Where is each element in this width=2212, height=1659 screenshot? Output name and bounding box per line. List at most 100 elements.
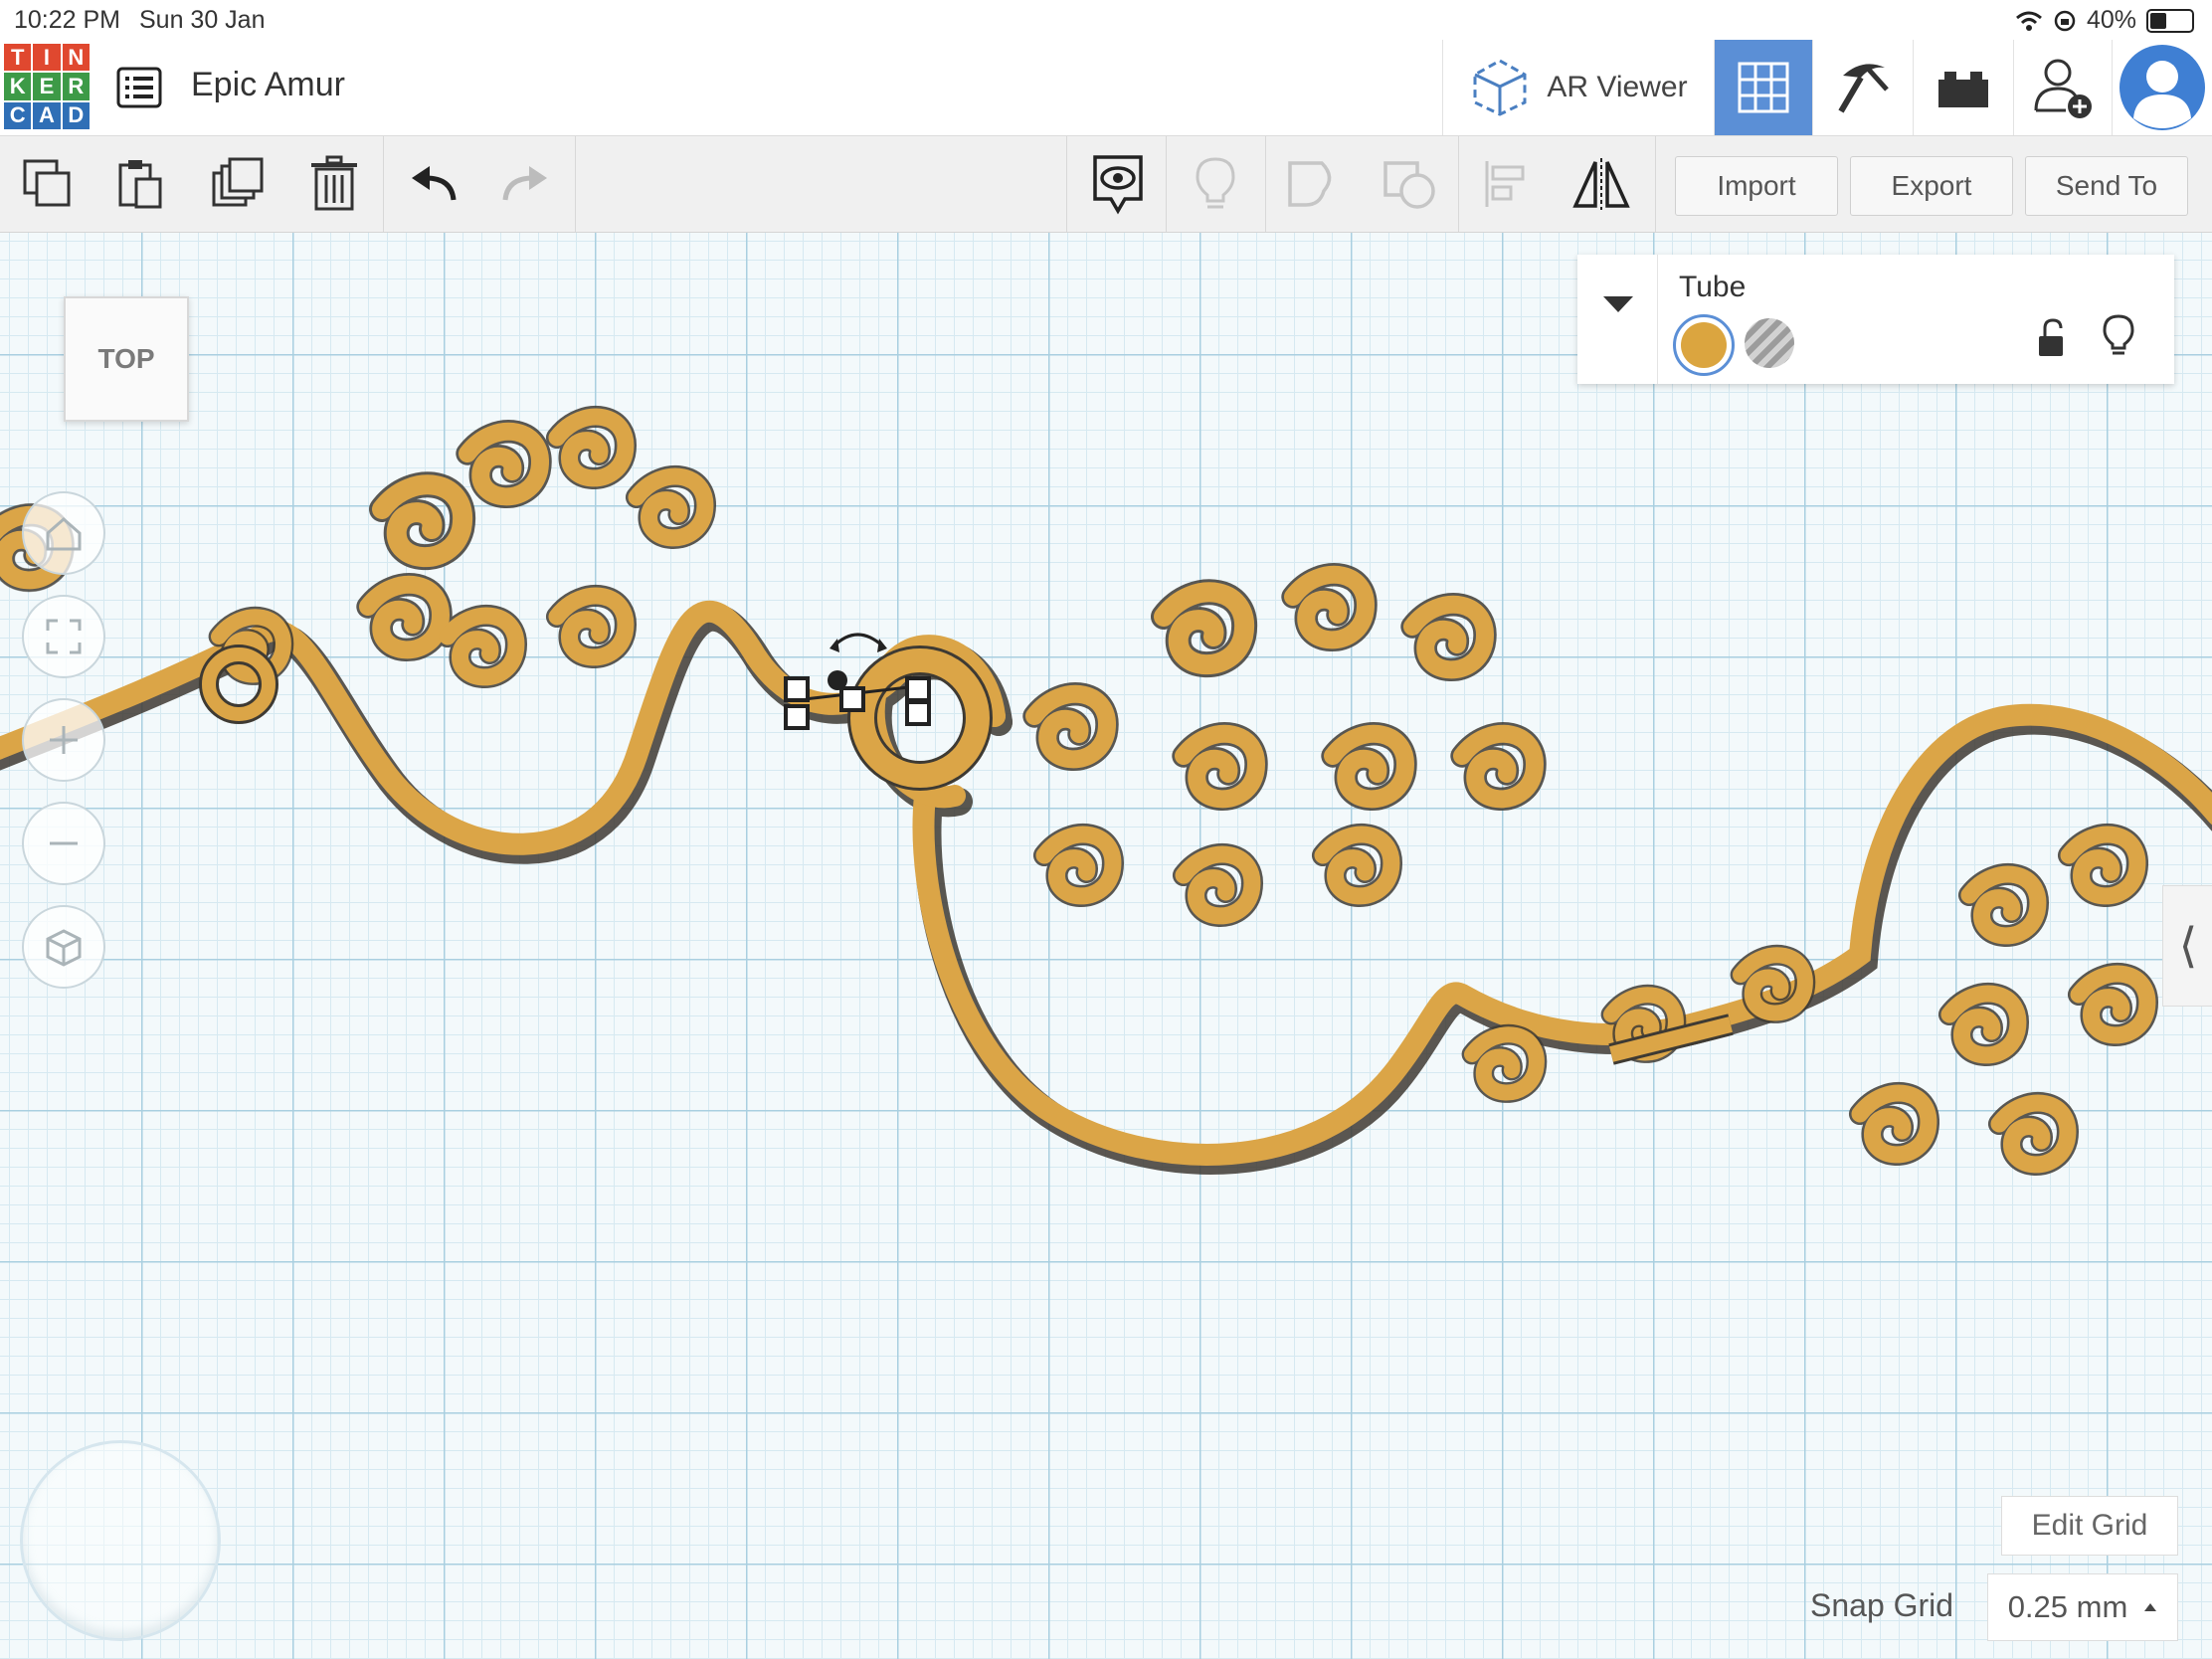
zoom-in-button[interactable] bbox=[22, 698, 105, 782]
app-header: T I N K E R C A D Epic Amur AR Viewer bbox=[0, 40, 2212, 136]
3d-design-view-button[interactable] bbox=[1714, 40, 1812, 135]
home-view-button[interactable] bbox=[22, 491, 105, 575]
redo-icon bbox=[502, 166, 547, 201]
duplicate-icon bbox=[212, 157, 264, 207]
logo-letter: I bbox=[33, 44, 61, 72]
cube-icon bbox=[46, 929, 82, 967]
ar-cube-icon bbox=[1473, 59, 1527, 116]
eye-bubble-icon bbox=[1093, 155, 1143, 215]
toolbar-divider bbox=[383, 136, 384, 232]
trash-icon bbox=[311, 155, 357, 211]
unlock-icon[interactable] bbox=[2037, 318, 2067, 358]
shape-name[interactable]: Tube bbox=[1679, 271, 1746, 304]
shape-inspector: Tube bbox=[1577, 255, 2174, 384]
minus-icon bbox=[50, 841, 78, 845]
fit-view-button[interactable] bbox=[22, 595, 105, 678]
list-icon bbox=[116, 67, 162, 108]
align-icon bbox=[1485, 161, 1525, 207]
add-user-icon bbox=[2034, 59, 2092, 118]
scroll-design-shape[interactable] bbox=[0, 233, 2212, 1659]
battery-icon bbox=[2146, 8, 2194, 33]
align-button[interactable] bbox=[1468, 146, 1544, 222]
fit-icon bbox=[46, 619, 82, 654]
workplane-canvas[interactable]: TOP Tube ⟨ Edit Grid Snap Grid 0.25 mm bbox=[0, 233, 2212, 1659]
view-cube[interactable]: TOP bbox=[64, 296, 189, 422]
user-avatar[interactable] bbox=[2112, 40, 2212, 135]
solid-button[interactable] bbox=[1673, 314, 1735, 376]
lightbulb-icon bbox=[1196, 157, 1235, 209]
toolbar-divider bbox=[1265, 136, 1266, 232]
copy-button[interactable] bbox=[10, 146, 86, 222]
logo-letter: R bbox=[62, 73, 90, 100]
status-bar: 10:22 PM Sun 30 Jan 40% bbox=[0, 0, 2212, 40]
battery-percent: 40% bbox=[2086, 6, 2136, 34]
toolbar-divider bbox=[1066, 136, 1067, 232]
snap-grid-value: 0.25 mm bbox=[2007, 1589, 2128, 1624]
grid-icon bbox=[1738, 62, 1789, 113]
duplicate-button[interactable] bbox=[201, 146, 276, 222]
group-button[interactable] bbox=[1275, 146, 1351, 222]
bricks-view-button[interactable] bbox=[1913, 40, 2013, 135]
hole-button[interactable] bbox=[1745, 318, 1794, 368]
pickaxe-icon bbox=[1838, 64, 1889, 113]
invite-user-button[interactable] bbox=[2013, 40, 2112, 135]
mirror-icon bbox=[1572, 158, 1630, 210]
perspective-button[interactable] bbox=[22, 905, 105, 989]
blocks-view-button[interactable] bbox=[1812, 40, 1913, 135]
snap-grid-select[interactable]: 0.25 mm bbox=[1987, 1573, 2178, 1641]
chevron-left-icon: ⟨ bbox=[2178, 920, 2198, 973]
send-to-button[interactable]: Send To bbox=[2025, 156, 2188, 216]
ungroup-button[interactable] bbox=[1371, 146, 1446, 222]
status-time: 10:22 PM bbox=[14, 6, 121, 34]
undo-button[interactable] bbox=[396, 146, 471, 222]
copy-icon bbox=[23, 159, 71, 207]
avatar-icon bbox=[2120, 45, 2205, 130]
toolbar-divider bbox=[1655, 136, 1656, 232]
chevron-down-icon bbox=[1603, 296, 1633, 312]
logo-letter: N bbox=[62, 44, 90, 72]
import-button[interactable]: Import bbox=[1675, 156, 1838, 216]
logo-letter: D bbox=[62, 101, 90, 129]
home-icon bbox=[46, 517, 82, 551]
redo-button[interactable] bbox=[487, 146, 563, 222]
side-panel-toggle[interactable]: ⟨ bbox=[2162, 885, 2212, 1007]
plus-icon bbox=[50, 726, 78, 754]
logo-letter: A bbox=[33, 101, 61, 129]
toolbar-divider bbox=[575, 136, 576, 232]
rotation-lock-icon bbox=[2054, 10, 2076, 31]
status-date: Sun 30 Jan bbox=[139, 6, 266, 34]
design-list-button[interactable] bbox=[115, 64, 163, 111]
tinkercad-logo[interactable]: T I N K E R C A D bbox=[4, 44, 90, 129]
caret-up-icon bbox=[2144, 1603, 2157, 1611]
mirror-button[interactable] bbox=[1564, 146, 1639, 222]
hint-button[interactable] bbox=[1178, 146, 1253, 222]
show-all-button[interactable] bbox=[1080, 146, 1156, 222]
lightbulb-icon[interactable] bbox=[2103, 314, 2134, 358]
orbit-joystick[interactable] bbox=[20, 1440, 221, 1641]
group-icon bbox=[1288, 161, 1332, 207]
header-actions: AR Viewer bbox=[1442, 40, 2212, 135]
ar-viewer-label: AR Viewer bbox=[1547, 71, 1688, 103]
paste-icon bbox=[118, 160, 162, 209]
paste-button[interactable] bbox=[103, 146, 179, 222]
logo-letter: K bbox=[4, 73, 32, 100]
undo-icon bbox=[412, 166, 457, 201]
snap-grid-label: Snap Grid bbox=[1810, 1587, 1954, 1623]
edit-grid-button[interactable]: Edit Grid bbox=[2001, 1496, 2178, 1556]
inspector-collapse-button[interactable] bbox=[1577, 255, 1658, 384]
status-indicators: 40% bbox=[2015, 6, 2194, 35]
delete-button[interactable] bbox=[296, 146, 372, 222]
zoom-out-button[interactable] bbox=[22, 802, 105, 885]
brick-icon bbox=[1938, 72, 1988, 107]
ungroup-icon bbox=[1383, 161, 1435, 209]
export-button[interactable]: Export bbox=[1850, 156, 2013, 216]
ar-viewer-button[interactable]: AR Viewer bbox=[1442, 40, 1714, 135]
edit-toolbar: Import Export Send To bbox=[0, 136, 2212, 233]
logo-letter: E bbox=[33, 73, 61, 100]
logo-letter: T bbox=[4, 44, 32, 72]
project-title[interactable]: Epic Amur bbox=[191, 66, 345, 104]
toolbar-divider bbox=[1458, 136, 1459, 232]
wifi-icon bbox=[2015, 11, 2042, 31]
logo-letter: C bbox=[4, 101, 32, 129]
solid-color-swatch bbox=[1681, 322, 1727, 368]
